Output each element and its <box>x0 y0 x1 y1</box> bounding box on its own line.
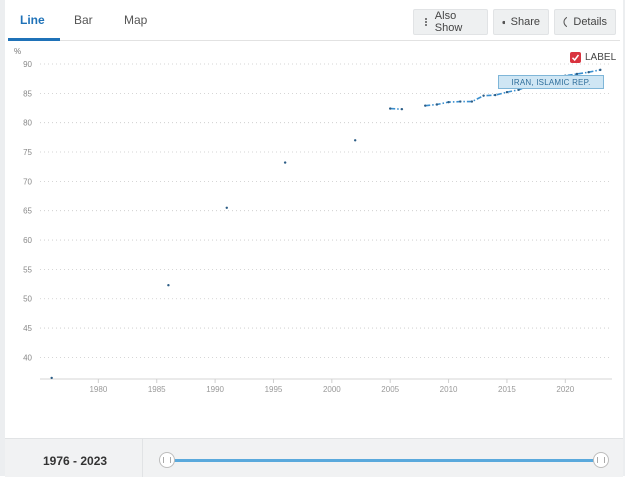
series-label-tag: IRAN, ISLAMIC REP. <box>498 75 604 89</box>
data-point <box>167 284 170 287</box>
data-point <box>494 93 497 97</box>
data-point <box>459 100 462 103</box>
x-tick-label: 1985 <box>148 385 166 394</box>
data-point <box>400 107 404 111</box>
y-tick-label: 65 <box>23 207 32 216</box>
tab-line[interactable]: Line <box>20 13 45 27</box>
data-point <box>435 103 439 106</box>
grip-icon <box>597 457 605 463</box>
data-point <box>505 90 509 94</box>
vertical-dots-icon <box>425 18 427 26</box>
x-tick-label: 2020 <box>556 385 574 394</box>
data-point <box>447 100 450 104</box>
label-toggle-text: LABEL <box>585 52 617 63</box>
y-tick-label: 50 <box>23 295 32 304</box>
x-tick-label: 2010 <box>440 385 458 394</box>
data-point <box>353 139 357 142</box>
data-point <box>389 107 392 110</box>
x-tick-label: 2000 <box>323 385 341 394</box>
label-toggle[interactable]: LABEL <box>570 52 616 63</box>
line-chart: % 40 45 50 55 60 65 70 75 80 85 90 1980 1985 1990 1995 2… <box>14 47 612 394</box>
y-tick-label: 40 <box>23 353 32 362</box>
y-tick-label: 55 <box>23 265 32 274</box>
y-axis-unit: % <box>14 47 21 56</box>
year-range-text: 1976 - 2023 <box>43 454 108 468</box>
view-tabs: Line Bar Map Also Show Share Details <box>8 0 620 41</box>
details-button[interactable]: Details <box>554 9 616 35</box>
share-label: Share <box>510 16 540 28</box>
share-icon <box>502 20 505 24</box>
x-tick-label: 1995 <box>265 385 283 394</box>
data-point <box>283 161 287 164</box>
share-button[interactable]: Share <box>493 9 549 35</box>
range-footer: 1976 - 2023 <box>5 438 623 477</box>
tab-map[interactable]: Map <box>124 13 147 27</box>
range-slider-start-handle[interactable] <box>159 452 175 468</box>
data-point <box>599 68 602 72</box>
y-tick-label: 60 <box>23 236 32 245</box>
checkmark-icon <box>571 54 580 62</box>
y-tick-label: 80 <box>23 119 32 128</box>
y-tick-label: 90 <box>23 60 32 69</box>
y-tick-label: 85 <box>23 89 32 98</box>
tab-bar[interactable]: Bar <box>74 13 93 27</box>
info-circle-icon <box>563 16 568 28</box>
label-checkbox[interactable] <box>570 52 581 63</box>
data-point <box>470 100 474 103</box>
x-tick-label: 2005 <box>381 385 399 394</box>
y-tick-label: 70 <box>23 177 32 186</box>
y-tick-label: 75 <box>23 148 32 157</box>
y-tick-label: 45 <box>23 324 32 333</box>
data-point <box>424 104 427 107</box>
also-show-button[interactable]: Also Show <box>413 9 488 35</box>
details-label: Details <box>573 16 607 28</box>
x-tick-label: 2015 <box>498 385 516 394</box>
data-point <box>225 206 228 209</box>
range-slider-track[interactable] <box>167 459 603 462</box>
range-slider-end-handle[interactable] <box>593 452 609 468</box>
also-show-label: Also Show <box>434 10 463 34</box>
series-line-segment <box>390 107 402 110</box>
footer-divider <box>142 439 143 477</box>
data-point <box>50 376 53 380</box>
x-tick-label: 1990 <box>206 385 224 394</box>
data-point <box>482 94 485 97</box>
data-point <box>587 71 590 74</box>
grip-icon <box>163 457 171 463</box>
x-tick-label: 1980 <box>89 385 107 394</box>
